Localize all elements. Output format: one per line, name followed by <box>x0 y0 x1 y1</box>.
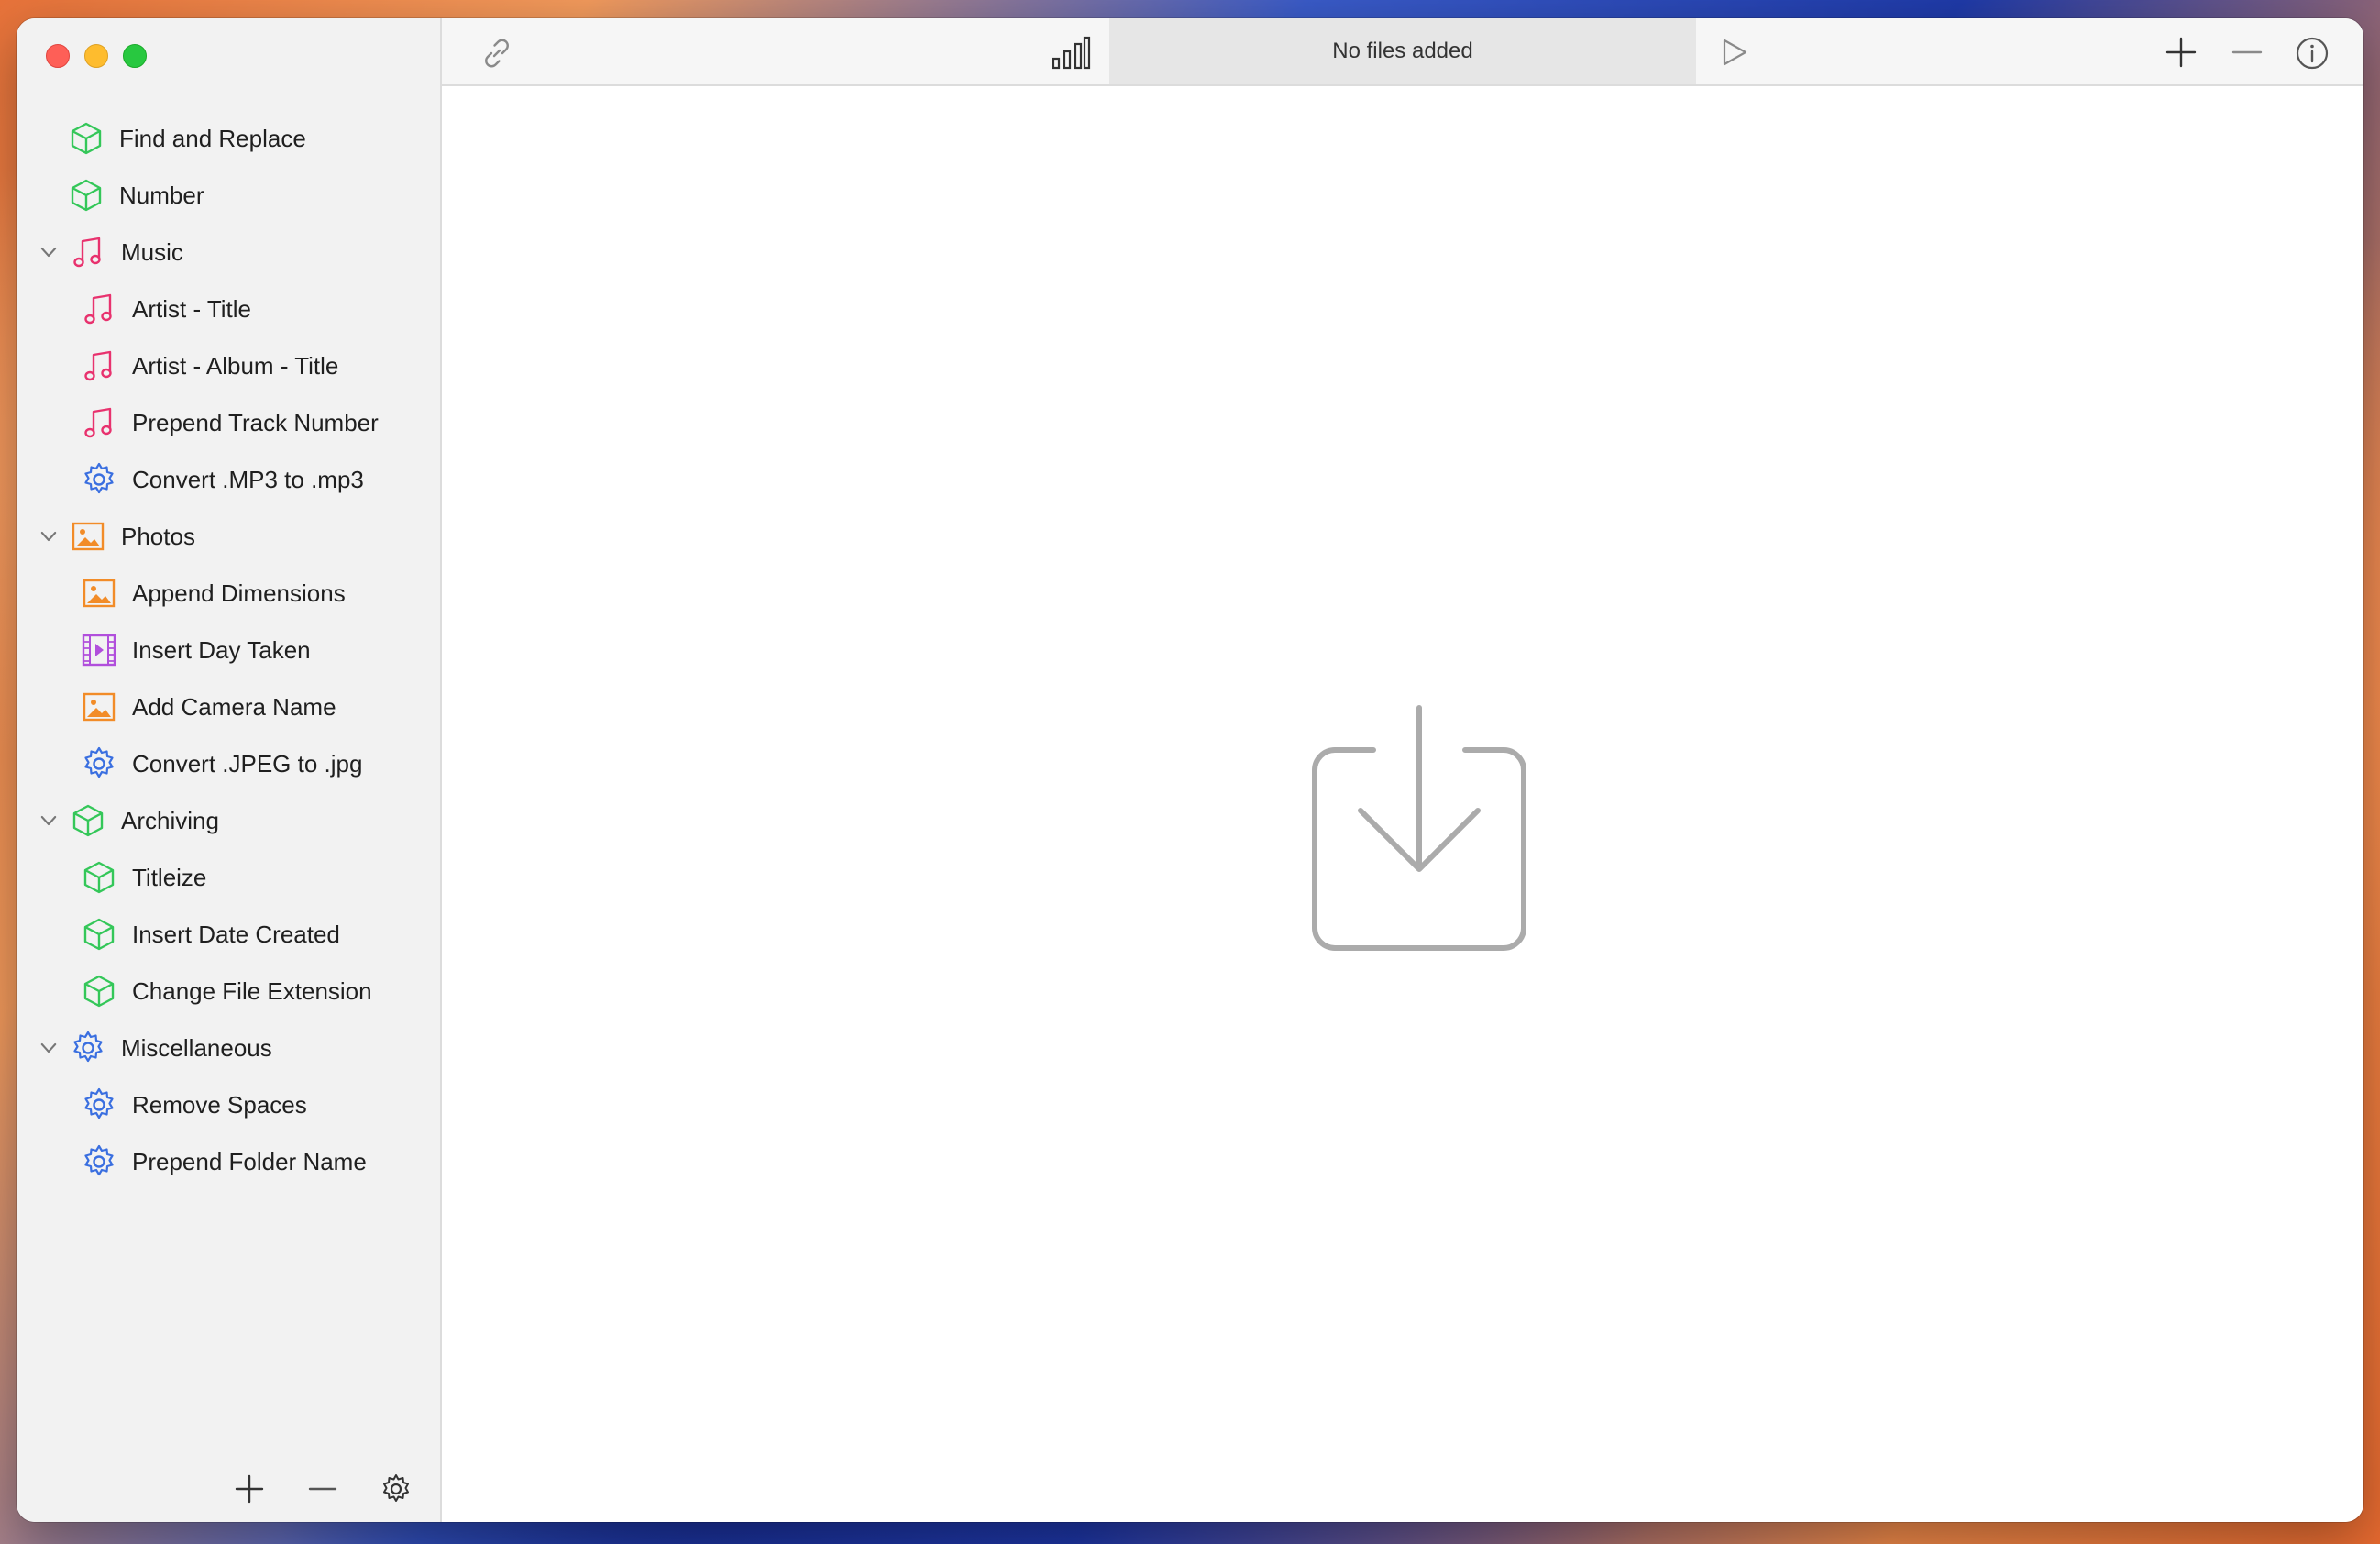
sidebar-item-label: Miscellaneous <box>121 1033 272 1062</box>
statistics-button[interactable] <box>1051 35 1091 72</box>
gear-icon <box>70 1030 106 1066</box>
cube-icon <box>81 859 117 896</box>
film-icon <box>81 632 117 668</box>
status-text: No files added <box>1332 39 1473 63</box>
run-button[interactable] <box>1716 35 1751 70</box>
sidebar-item[interactable]: Convert .JPEG to .jpg <box>17 735 440 792</box>
sidebar-group-music[interactable]: Music <box>17 224 440 281</box>
bar-chart-icon <box>1052 36 1091 70</box>
add-icon <box>2165 37 2197 68</box>
sidebar-item-label: Artist - Album - Title <box>132 351 339 380</box>
photo-icon <box>81 575 117 612</box>
sidebar-group-archiving[interactable]: Archiving <box>17 792 440 849</box>
sidebar-item-label: Insert Day Taken <box>132 635 311 664</box>
preset-tree: Find and Replace Number Music Artist - Titl… <box>17 110 440 1190</box>
remove-preset-button[interactable] <box>306 1472 339 1505</box>
music-note-icon <box>81 347 117 384</box>
sidebar-item-label: Change File Extension <box>132 976 372 1005</box>
sidebar-item-label: Number <box>119 181 204 209</box>
download-tray-icon <box>1307 704 1531 955</box>
add-files-button[interactable] <box>2164 35 2198 70</box>
gear-icon <box>81 1143 117 1180</box>
chevron-down-icon[interactable] <box>35 807 62 834</box>
sidebar-item-label: Remove Spaces <box>132 1090 307 1119</box>
sidebar-item-label: Prepend Folder Name <box>132 1147 367 1175</box>
music-note-icon <box>81 404 117 441</box>
info-button[interactable] <box>2294 35 2330 72</box>
sidebar-item[interactable]: Artist - Title <box>17 281 440 337</box>
remove-files-button[interactable] <box>2230 35 2264 70</box>
sidebar-item-label: Convert .MP3 to .mp3 <box>132 465 364 493</box>
cube-icon <box>68 120 105 157</box>
link-button[interactable] <box>479 35 515 72</box>
remove-icon <box>308 1487 337 1491</box>
music-note-icon <box>81 291 117 327</box>
status-bar: No files added <box>1109 18 1696 84</box>
file-drop-area[interactable] <box>442 86 2363 1522</box>
sidebar-item-label: Archiving <box>121 806 219 834</box>
minimize-window-button[interactable] <box>84 44 108 68</box>
sidebar-item[interactable]: Artist - Album - Title <box>17 337 440 394</box>
chevron-down-icon[interactable] <box>35 523 62 550</box>
gear-icon <box>81 461 117 498</box>
close-window-button[interactable] <box>46 44 70 68</box>
sidebar-item-label: Prepend Track Number <box>132 408 379 436</box>
sidebar-item[interactable]: Add Camera Name <box>17 678 440 735</box>
sidebar-item[interactable]: Find and Replace <box>17 110 440 167</box>
cube-icon <box>68 177 105 214</box>
sidebar-item[interactable]: Insert Date Created <box>17 906 440 963</box>
sidebar-settings-button[interactable] <box>380 1472 413 1505</box>
sidebar-item-label: Add Camera Name <box>132 692 336 721</box>
photo-icon <box>70 518 106 555</box>
gear-icon <box>383 1474 409 1502</box>
sidebar-item-label: Music <box>121 237 183 266</box>
cube-icon <box>81 916 117 953</box>
add-preset-button[interactable] <box>233 1472 266 1505</box>
sidebar-item[interactable]: Number <box>17 167 440 224</box>
sidebar-item-label: Insert Date Created <box>132 920 340 948</box>
sidebar-item-label: Titleize <box>132 863 207 891</box>
sidebar-group-photos[interactable]: Photos <box>17 508 440 565</box>
link-icon <box>485 39 509 68</box>
zoom-window-button[interactable] <box>123 44 147 68</box>
photo-icon <box>81 689 117 725</box>
sidebar: Find and Replace Number Music Artist - Titl… <box>17 18 442 1522</box>
sidebar-group-miscellaneous[interactable]: Miscellaneous <box>17 1020 440 1076</box>
chevron-down-icon[interactable] <box>35 238 62 266</box>
gear-icon <box>81 745 117 782</box>
cube-icon <box>81 973 117 1009</box>
window-controls <box>46 44 147 68</box>
sidebar-item[interactable]: Convert .MP3 to .mp3 <box>17 451 440 508</box>
sidebar-item[interactable]: Append Dimensions <box>17 565 440 622</box>
app-window: Find and Replace Number Music Artist - Titl… <box>17 18 2363 1522</box>
sidebar-item[interactable]: Insert Day Taken <box>17 622 440 678</box>
sidebar-footer <box>233 1472 413 1505</box>
sidebar-item-label: Append Dimensions <box>132 579 346 607</box>
sidebar-item[interactable]: Remove Spaces <box>17 1076 440 1133</box>
play-icon <box>1723 39 1747 66</box>
sidebar-item[interactable]: Change File Extension <box>17 963 440 1020</box>
sidebar-item-label: Photos <box>121 522 195 550</box>
sidebar-item[interactable]: Prepend Folder Name <box>17 1133 440 1190</box>
cube-icon <box>70 802 106 839</box>
gear-icon <box>81 1086 117 1123</box>
toolbar: No files added <box>442 18 2363 86</box>
sidebar-item-label: Find and Replace <box>119 124 306 152</box>
info-icon <box>2296 37 2329 70</box>
sidebar-item-label: Convert .JPEG to .jpg <box>132 749 363 778</box>
sidebar-item[interactable]: Titleize <box>17 849 440 906</box>
sidebar-item[interactable]: Prepend Track Number <box>17 394 440 451</box>
remove-icon <box>2231 50 2263 54</box>
chevron-down-icon[interactable] <box>35 1034 62 1062</box>
music-note-icon <box>70 234 106 270</box>
add-icon <box>235 1474 264 1504</box>
sidebar-item-label: Artist - Title <box>132 294 252 323</box>
